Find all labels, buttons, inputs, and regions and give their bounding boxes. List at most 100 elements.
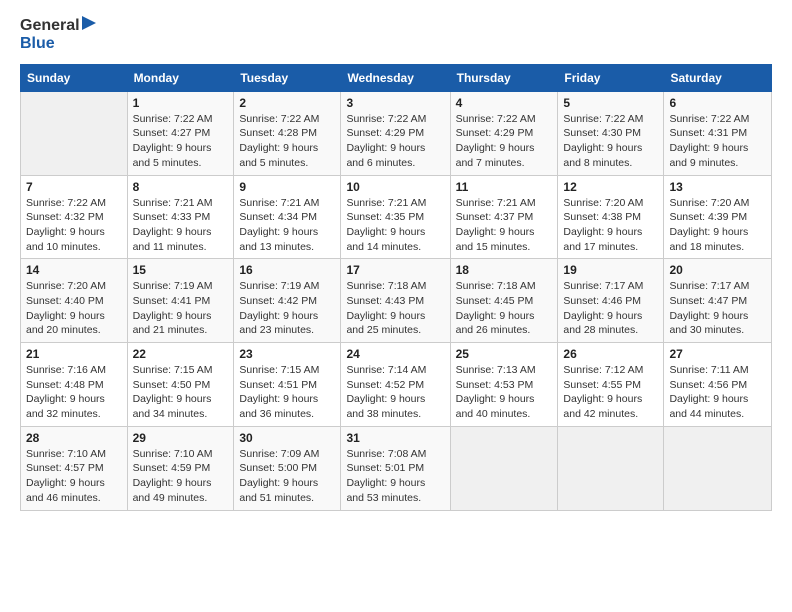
day-number: 6 — [669, 96, 766, 110]
day-info: Sunrise: 7:13 AMSunset: 4:53 PMDaylight:… — [456, 363, 553, 422]
day-info: Sunrise: 7:18 AMSunset: 4:45 PMDaylight:… — [456, 279, 553, 338]
day-number: 11 — [456, 180, 553, 194]
calendar-cell: 27Sunrise: 7:11 AMSunset: 4:56 PMDayligh… — [664, 343, 772, 427]
logo-triangle — [82, 16, 96, 35]
day-info: Sunrise: 7:21 AMSunset: 4:34 PMDaylight:… — [239, 196, 335, 255]
calendar-cell: 16Sunrise: 7:19 AMSunset: 4:42 PMDayligh… — [234, 259, 341, 343]
calendar-cell: 23 Sunrise: 7:15 AMSunset: 4:51 PMDayligh… — [234, 343, 341, 427]
day-info: Sunrise: 7:18 AMSunset: 4:43 PMDaylight:… — [346, 279, 444, 338]
day-number: 7 — [26, 180, 122, 194]
calendar-cell: 24 Sunrise: 7:14 AMSunset: 4:52 PMDayligh… — [341, 343, 450, 427]
day-number: 30 — [239, 431, 335, 445]
day-of-week-header: Sunday — [21, 64, 128, 91]
day-number: 23 — [239, 347, 335, 361]
calendar-cell — [558, 426, 664, 510]
day-info: Sunrise: 7:14 AMSunset: 4:52 PMDaylight:… — [346, 363, 444, 422]
calendar-cell: 10Sunrise: 7:21 AMSunset: 4:35 PMDayligh… — [341, 175, 450, 259]
day-number: 1 — [133, 96, 229, 110]
day-info: Sunrise: 7:15 AMSunset: 4:50 PMDaylight:… — [133, 363, 229, 422]
day-number: 31 — [346, 431, 444, 445]
day-info: Sunrise: 7:10 AMSunset: 4:57 PMDaylight:… — [26, 447, 122, 506]
day-info: Sunrise: 7:20 AMSunset: 4:39 PMDaylight:… — [669, 196, 766, 255]
calendar-cell: 4 Sunrise: 7:22 AMSunset: 4:29 PMDaylight… — [450, 91, 558, 175]
day-of-week-header: Wednesday — [341, 64, 450, 91]
days-of-week-row: SundayMondayTuesdayWednesdayThursdayFrid… — [21, 64, 772, 91]
logo-blue: Blue — [20, 35, 96, 53]
day-info: Sunrise: 7:10 AMSunset: 4:59 PMDaylight:… — [133, 447, 229, 506]
calendar-cell: 26Sunrise: 7:12 AMSunset: 4:55 PMDayligh… — [558, 343, 664, 427]
day-info: Sunrise: 7:22 AMSunset: 4:29 PMDaylight:… — [456, 112, 553, 171]
day-info: Sunrise: 7:11 AMSunset: 4:56 PMDaylight:… — [669, 363, 766, 422]
logo: General Blue — [20, 16, 96, 54]
day-number: 26 — [563, 347, 658, 361]
day-info: Sunrise: 7:20 AMSunset: 4:38 PMDaylight:… — [563, 196, 658, 255]
day-info: Sunrise: 7:20 AMSunset: 4:40 PMDaylight:… — [26, 279, 122, 338]
day-number: 5 — [563, 96, 658, 110]
calendar-cell: 18 Sunrise: 7:18 AMSunset: 4:45 PMDayligh… — [450, 259, 558, 343]
day-of-week-header: Monday — [127, 64, 234, 91]
calendar-cell: 11 Sunrise: 7:21 AMSunset: 4:37 PMDayligh… — [450, 175, 558, 259]
day-number: 20 — [669, 263, 766, 277]
day-number: 2 — [239, 96, 335, 110]
calendar-cell: 2 Sunrise: 7:22 AMSunset: 4:28 PMDaylight… — [234, 91, 341, 175]
day-info: Sunrise: 7:17 AMSunset: 4:46 PMDaylight:… — [563, 279, 658, 338]
calendar-cell: 15 Sunrise: 7:19 AMSunset: 4:41 PMDayligh… — [127, 259, 234, 343]
day-number: 15 — [133, 263, 229, 277]
calendar-week-row: 1 Sunrise: 7:22 AMSunset: 4:27 PMDaylight… — [21, 91, 772, 175]
calendar-cell: 3 Sunrise: 7:22 AMSunset: 4:29 PMDaylight… — [341, 91, 450, 175]
day-info: Sunrise: 7:15 AMSunset: 4:51 PMDaylight:… — [239, 363, 335, 422]
calendar-week-row: 28 Sunrise: 7:10 AMSunset: 4:57 PMDayligh… — [21, 426, 772, 510]
day-info: Sunrise: 7:22 AMSunset: 4:31 PMDaylight:… — [669, 112, 766, 171]
calendar-cell: 12 Sunrise: 7:20 AMSunset: 4:38 PMDayligh… — [558, 175, 664, 259]
calendar-cell: 14Sunrise: 7:20 AMSunset: 4:40 PMDayligh… — [21, 259, 128, 343]
day-number: 25 — [456, 347, 553, 361]
day-of-week-header: Saturday — [664, 64, 772, 91]
day-number: 16 — [239, 263, 335, 277]
calendar-cell: 30 Sunrise: 7:09 AMSunset: 5:00 PMDayligh… — [234, 426, 341, 510]
calendar-cell: 22Sunrise: 7:15 AMSunset: 4:50 PMDayligh… — [127, 343, 234, 427]
day-info: Sunrise: 7:19 AMSunset: 4:41 PMDaylight:… — [133, 279, 229, 338]
calendar-cell — [21, 91, 128, 175]
day-number: 19 — [563, 263, 658, 277]
day-info: Sunrise: 7:22 AMSunset: 4:27 PMDaylight:… — [133, 112, 229, 171]
calendar-cell: 8 Sunrise: 7:21 AMSunset: 4:33 PMDaylight… — [127, 175, 234, 259]
day-number: 29 — [133, 431, 229, 445]
day-info: Sunrise: 7:21 AMSunset: 4:37 PMDaylight:… — [456, 196, 553, 255]
calendar-cell: 5 Sunrise: 7:22 AMSunset: 4:30 PMDaylight… — [558, 91, 664, 175]
calendar-table: SundayMondayTuesdayWednesdayThursdayFrid… — [20, 64, 772, 511]
day-number: 17 — [346, 263, 444, 277]
day-info: Sunrise: 7:21 AMSunset: 4:33 PMDaylight:… — [133, 196, 229, 255]
calendar-cell: 25 Sunrise: 7:13 AMSunset: 4:53 PMDayligh… — [450, 343, 558, 427]
day-number: 21 — [26, 347, 122, 361]
logo-general: General — [20, 16, 96, 35]
day-info: Sunrise: 7:22 AMSunset: 4:29 PMDaylight:… — [346, 112, 444, 171]
day-info: Sunrise: 7:22 AMSunset: 4:28 PMDaylight:… — [239, 112, 335, 171]
day-info: Sunrise: 7:22 AMSunset: 4:30 PMDaylight:… — [563, 112, 658, 171]
calendar-cell — [664, 426, 772, 510]
calendar-cell: 17 Sunrise: 7:18 AMSunset: 4:43 PMDayligh… — [341, 259, 450, 343]
calendar-cell: 6 Sunrise: 7:22 AMSunset: 4:31 PMDaylight… — [664, 91, 772, 175]
day-number: 18 — [456, 263, 553, 277]
day-number: 9 — [239, 180, 335, 194]
calendar-cell: 31Sunrise: 7:08 AMSunset: 5:01 PMDayligh… — [341, 426, 450, 510]
day-number: 8 — [133, 180, 229, 194]
calendar-cell: 13Sunrise: 7:20 AMSunset: 4:39 PMDayligh… — [664, 175, 772, 259]
day-number: 28 — [26, 431, 122, 445]
calendar-cell: 19 Sunrise: 7:17 AMSunset: 4:46 PMDayligh… — [558, 259, 664, 343]
day-number: 12 — [563, 180, 658, 194]
day-number: 4 — [456, 96, 553, 110]
calendar-week-row: 14Sunrise: 7:20 AMSunset: 4:40 PMDayligh… — [21, 259, 772, 343]
day-info: Sunrise: 7:22 AMSunset: 4:32 PMDaylight:… — [26, 196, 122, 255]
day-of-week-header: Tuesday — [234, 64, 341, 91]
calendar-cell: 20 Sunrise: 7:17 AMSunset: 4:47 PMDayligh… — [664, 259, 772, 343]
day-info: Sunrise: 7:17 AMSunset: 4:47 PMDaylight:… — [669, 279, 766, 338]
logo-text-block: General Blue — [20, 16, 96, 54]
calendar-cell: 7 Sunrise: 7:22 AMSunset: 4:32 PMDaylight… — [21, 175, 128, 259]
calendar-week-row: 7 Sunrise: 7:22 AMSunset: 4:32 PMDaylight… — [21, 175, 772, 259]
day-number: 3 — [346, 96, 444, 110]
calendar-week-row: 21Sunrise: 7:16 AMSunset: 4:48 PMDayligh… — [21, 343, 772, 427]
day-info: Sunrise: 7:09 AMSunset: 5:00 PMDaylight:… — [239, 447, 335, 506]
calendar-cell — [450, 426, 558, 510]
logo-arrow-icon — [82, 16, 96, 30]
day-number: 24 — [346, 347, 444, 361]
